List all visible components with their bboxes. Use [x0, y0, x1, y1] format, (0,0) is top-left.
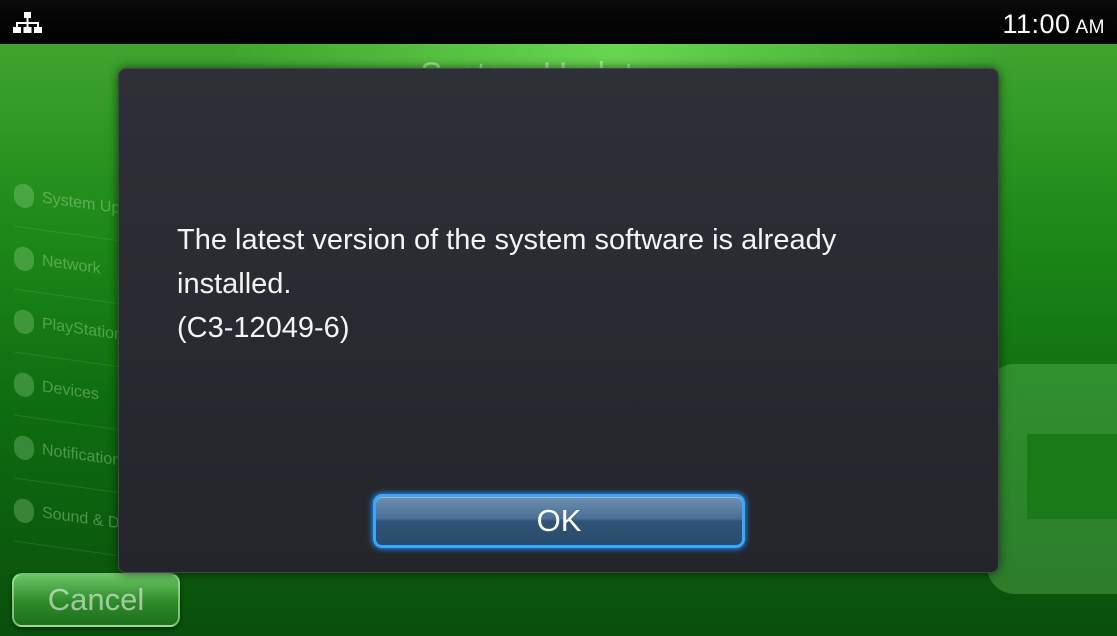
error-code: (C3-12049-6) — [177, 312, 350, 344]
network-icon — [13, 12, 42, 33]
notification-icon — [14, 434, 34, 462]
ok-button[interactable]: OK — [373, 494, 745, 548]
background-decoration — [987, 364, 1117, 594]
sound-icon — [14, 497, 34, 525]
dialog-message-line: installed. — [177, 268, 292, 300]
status-bar: 11:00 AM — [0, 0, 1117, 44]
globe-icon — [14, 245, 34, 273]
settings-item-label: Network — [42, 252, 101, 278]
screen: 11:00AM System Update System Update Netw… — [0, 0, 1117, 636]
devices-icon — [14, 371, 34, 399]
clock: 11:00 AM — [1002, 9, 1105, 40]
message-dialog: The latest version of the system softwar… — [118, 68, 999, 573]
clock-ampm: AM — [1075, 17, 1105, 38]
dialog-message-line: The latest version of the system softwar… — [177, 224, 837, 256]
playstation-icon — [14, 308, 34, 336]
clock-time: 11:00 — [1002, 9, 1071, 39]
settings-item-label: Notifications — [42, 441, 130, 471]
settings-item-label: Devices — [42, 378, 99, 404]
cancel-button[interactable]: Cancel — [12, 573, 180, 627]
refresh-icon — [14, 182, 34, 210]
background-decoration-notch — [1027, 434, 1117, 519]
dialog-message: The latest version of the system softwar… — [177, 218, 967, 350]
